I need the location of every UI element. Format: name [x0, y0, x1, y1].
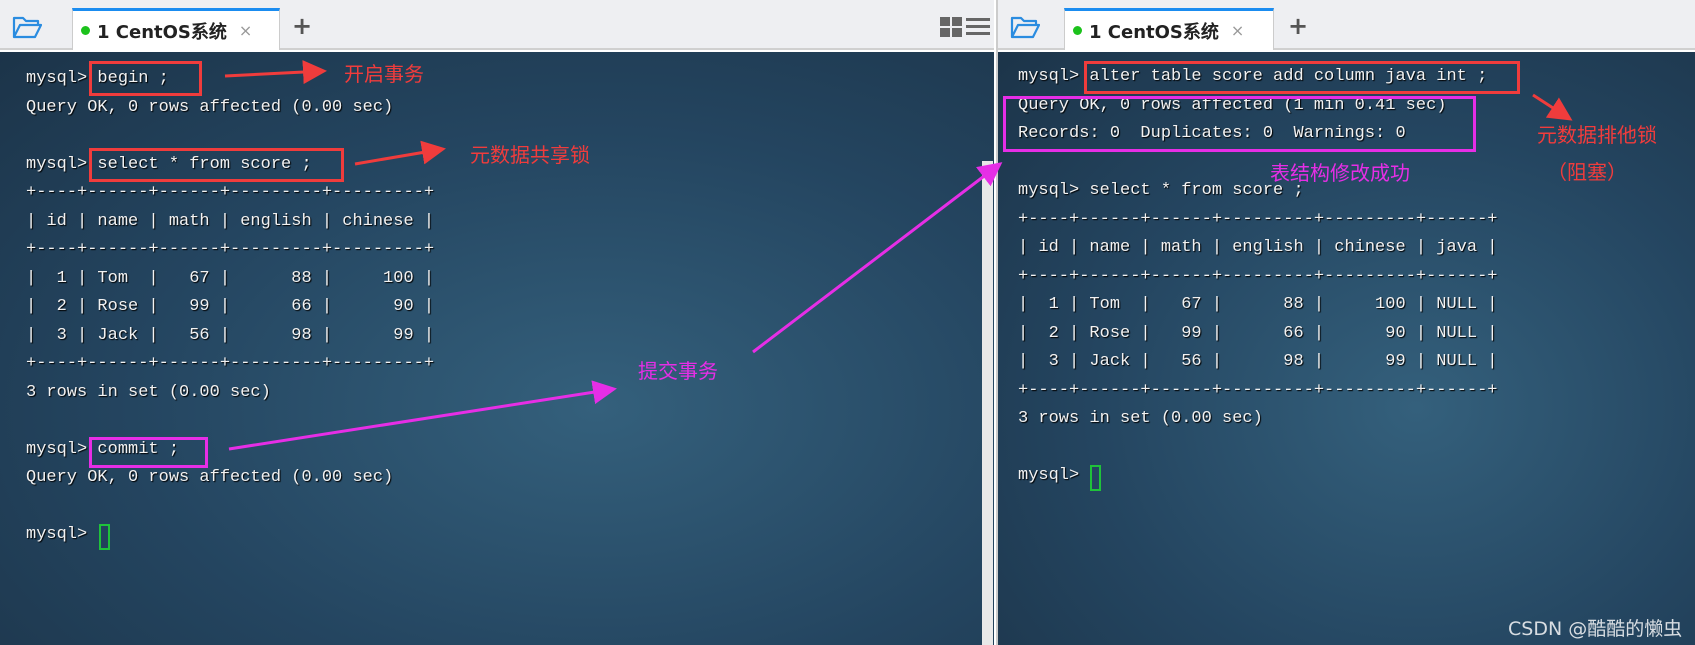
terminal-line: | id | name | math | english | chinese |…	[1018, 238, 1498, 257]
folder-icon[interactable]	[1010, 15, 1040, 39]
terminal-line: Query OK, 0 rows affected (0.00 sec)	[26, 468, 394, 487]
terminal-line: Query OK, 0 rows affected (0.00 sec)	[26, 97, 394, 117]
close-tab-icon[interactable]: ×	[239, 21, 252, 40]
tab-bar: 1 CentOS系统 × +	[0, 0, 994, 50]
close-tab-icon[interactable]: ×	[1231, 21, 1244, 40]
terminal-line: | 2 | Rose | 99 | 66 | 90 | NULL |	[1018, 323, 1498, 343]
terminal-line: +----+------+------+---------+---------+	[26, 240, 435, 259]
tab-centos[interactable]: 1 CentOS系统 ×	[1064, 8, 1274, 50]
terminal-line: mysql>	[1018, 466, 1090, 485]
menu-icon[interactable]	[966, 18, 990, 36]
terminal-line: +----+------+------+---------+---------+	[26, 183, 435, 202]
scrollbar[interactable]	[982, 161, 993, 645]
annotation-shared-lock: 元数据共享锁	[470, 143, 590, 167]
annotation-exclusive-lock: 元数据排他锁	[1537, 123, 1657, 147]
alter-highlight-box	[1084, 61, 1520, 94]
grid-view-icon[interactable]	[940, 17, 962, 37]
annotation-commit: 提交事务	[638, 359, 718, 383]
status-dot-icon	[1073, 26, 1082, 35]
terminal-line: 3 rows in set (0.00 sec)	[26, 382, 271, 402]
terminal-line: +----+------+------+---------+---------+	[26, 354, 435, 373]
terminal-line: +----+------+------+---------+---------+…	[1018, 266, 1498, 286]
begin-highlight-box	[89, 61, 202, 96]
result-highlight-box	[1003, 96, 1476, 152]
cursor	[99, 524, 110, 550]
new-tab-button[interactable]: +	[292, 12, 312, 40]
terminal-line: | 3 | Jack | 56 | 98 | 99 |	[26, 325, 435, 345]
tab-centos[interactable]: 1 CentOS系统 ×	[72, 8, 280, 50]
cursor	[1090, 465, 1101, 491]
terminal-line: | 1 | Tom | 67 | 88 | 100 |	[26, 268, 435, 288]
tab-label: 1 CentOS系统	[1089, 21, 1219, 43]
terminal-line: mysql>	[26, 525, 98, 544]
terminal-line: 3 rows in set (0.00 sec)	[1018, 409, 1263, 428]
tab-label: 1 CentOS系统	[97, 21, 227, 43]
annotation-blocked: （阻塞）	[1547, 160, 1627, 184]
tab-bar: 1 CentOS系统 × +	[998, 0, 1695, 50]
watermark: CSDN @酷酷的懒虫	[1508, 618, 1683, 640]
terminal-line: | 3 | Jack | 56 | 98 | 99 | NULL |	[1018, 352, 1498, 371]
terminal-line: | id | name | math | english | chinese |	[26, 211, 435, 231]
status-dot-icon	[81, 26, 90, 35]
terminal-line: mysql> select * from score ;	[1018, 181, 1304, 200]
left-terminal-window: 1 CentOS系统 × + mysql> begin ; Query OK, 0…	[0, 0, 994, 645]
terminal-line: | 2 | Rose | 99 | 66 | 90 |	[26, 297, 435, 316]
annotation-begin: 开启事务	[344, 62, 424, 86]
folder-icon[interactable]	[12, 15, 42, 39]
terminal-line: +----+------+------+---------+---------+…	[1018, 380, 1498, 400]
terminal-line: | 1 | Tom | 67 | 88 | 100 | NULL |	[1018, 295, 1498, 314]
select-highlight-box	[89, 148, 344, 182]
new-tab-button[interactable]: +	[1288, 12, 1308, 40]
annotation-success: 表结构修改成功	[1270, 161, 1410, 185]
terminal-line: +----+------+------+---------+---------+…	[1018, 209, 1498, 229]
commit-highlight-box	[89, 437, 208, 468]
